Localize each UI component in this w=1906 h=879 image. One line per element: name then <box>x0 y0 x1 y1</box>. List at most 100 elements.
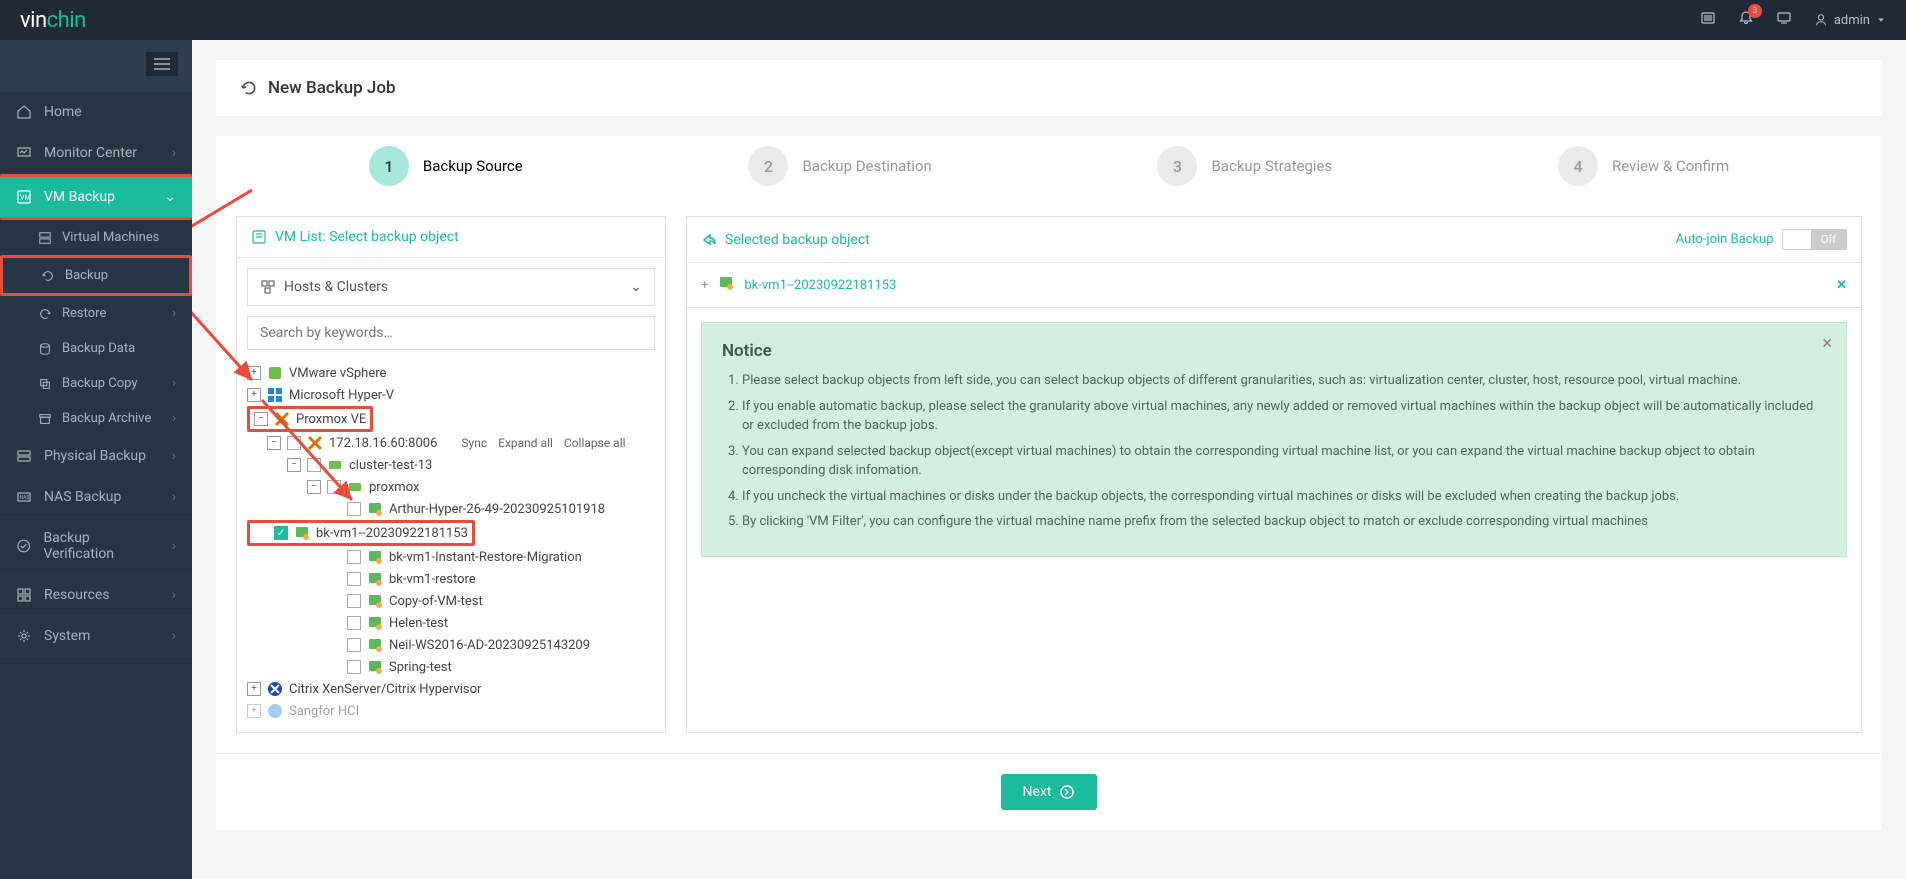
step-label: Review & Confirm <box>1612 157 1729 175</box>
sidebar-item-system[interactable]: System › <box>0 616 192 657</box>
tree-node-xen[interactable]: + Citrix XenServer/Citrix Hypervisor <box>247 678 655 700</box>
collapse-all-action[interactable]: Collapse all <box>564 436 626 450</box>
vm-icon <box>367 615 383 631</box>
chevron-right-icon: › <box>172 538 176 554</box>
close-icon[interactable]: × <box>1822 333 1832 354</box>
sidebar-sub-label: Backup Archive <box>62 411 151 426</box>
checkbox[interactable] <box>327 480 341 494</box>
collapse-icon[interactable]: − <box>287 458 301 472</box>
tree-node-vm[interactable]: bk-vm1-Instant-Restore-Migration <box>247 546 655 568</box>
tree-node-vmware[interactable]: + VMware vSphere <box>247 362 655 384</box>
sidebar-sub-backup-data[interactable]: Backup Data <box>0 331 192 366</box>
app-header: vinchin 3 admin <box>0 0 1906 40</box>
checkbox[interactable] <box>287 436 301 450</box>
step-review-confirm[interactable]: 4 Review & Confirm <box>1558 146 1729 186</box>
sidebar-item-nas-backup[interactable]: NAS NAS Backup › <box>0 477 192 518</box>
checkbox[interactable] <box>347 550 361 564</box>
user-menu[interactable]: admin <box>1814 13 1886 28</box>
database-icon <box>38 342 52 356</box>
tree-node-proxmox[interactable]: − Proxmox VE <box>247 406 373 432</box>
logo: vinchin <box>20 8 86 33</box>
checkbox[interactable] <box>347 502 361 516</box>
tree-node-vm[interactable]: bk-vm1-restore <box>247 568 655 590</box>
tree-label: Spring-test <box>389 660 452 675</box>
step-backup-destination[interactable]: 2 Backup Destination <box>748 146 931 186</box>
tree-node-vm[interactable]: Neil-WS2016-AD-20230925143209 <box>247 634 655 656</box>
checkbox[interactable] <box>347 594 361 608</box>
tree-node-vm-selected[interactable]: ✓bk-vm1--20230922181153 <box>247 520 475 546</box>
view-select-label: Hosts & Clusters <box>284 279 388 295</box>
copy-icon <box>38 377 52 391</box>
tree-node-hyperv[interactable]: + Microsoft Hyper-V <box>247 384 655 406</box>
checkbox[interactable] <box>347 638 361 652</box>
checkbox[interactable] <box>347 660 361 674</box>
bell-icon[interactable]: 3 <box>1738 10 1754 30</box>
next-button[interactable]: Next <box>1001 774 1098 810</box>
expand-icon[interactable]: + <box>247 388 261 402</box>
tree-label: Proxmox VE <box>296 412 366 427</box>
sidebar-toggle[interactable] <box>146 52 178 76</box>
sidebar-sub-backup[interactable]: Backup <box>0 255 192 296</box>
sidebar-sub-backup-archive[interactable]: Backup Archive › <box>0 401 192 436</box>
view-select[interactable]: Hosts & Clusters ⌄ <box>247 268 655 306</box>
search-input[interactable] <box>247 316 655 350</box>
server-icon <box>16 448 32 464</box>
tree-node-cluster[interactable]: − cluster-test-13 <box>247 454 655 476</box>
sync-action[interactable]: Sync <box>461 436 487 450</box>
remove-icon[interactable]: ✕ <box>1836 278 1847 293</box>
list-icon[interactable] <box>1700 10 1716 30</box>
tree-label: bk-vm1-Instant-Restore-Migration <box>389 550 582 565</box>
collapse-icon[interactable]: − <box>254 412 268 426</box>
archive-icon <box>38 412 52 426</box>
sidebar-sub-restore[interactable]: Restore › <box>0 296 192 331</box>
tree-actions: Sync Expand all Collapse all <box>453 436 625 450</box>
tree-node-vm[interactable]: Helen-test <box>247 612 655 634</box>
panel-title: Selected backup object <box>725 232 870 248</box>
tree-node-pve[interactable]: − proxmox <box>247 476 655 498</box>
notice-item: If you enable automatic backup, please s… <box>742 397 1826 436</box>
expand-all-action[interactable]: Expand all <box>498 436 553 450</box>
xen-icon <box>267 681 283 697</box>
logo-suffix: chin <box>47 8 86 33</box>
checkbox[interactable] <box>307 458 321 472</box>
sidebar-sub-backup-copy[interactable]: Backup Copy › <box>0 366 192 401</box>
sidebar-sub-label: Backup Copy <box>62 376 138 391</box>
step-backup-source[interactable]: 1 Backup Source <box>369 146 523 186</box>
sidebar-item-label: Monitor Center <box>44 145 137 161</box>
sidebar-item-monitor[interactable]: Monitor Center › <box>0 133 192 174</box>
tree-node-vm[interactable]: Copy-of-VM-test <box>247 590 655 612</box>
tree-node-vm[interactable]: Spring-test <box>247 656 655 678</box>
expand-icon[interactable]: + <box>247 704 261 718</box>
selected-vm-name: bk-vm1--20230922181153 <box>744 278 896 293</box>
checkbox[interactable] <box>347 616 361 630</box>
sidebar-item-home[interactable]: Home <box>0 92 192 133</box>
svg-text:NAS: NAS <box>20 495 30 501</box>
tree-node-vm[interactable]: Arthur-Hyper-26-49-20230925101918 <box>247 498 655 520</box>
collapse-icon[interactable]: − <box>307 480 321 494</box>
auto-join-toggle[interactable]: Off <box>1782 229 1847 250</box>
arrow-right-icon <box>1059 784 1075 800</box>
sidebar-sub-virtual-machines[interactable]: Virtual Machines <box>0 220 192 255</box>
proxmox-icon <box>307 435 323 451</box>
chevron-right-icon: › <box>172 376 176 391</box>
sidebar-item-vm-backup[interactable]: VM VM Backup ⌄ <box>0 174 192 220</box>
tree-node-host[interactable]: − 172.18.16.60:8006 Sync Expand all Coll… <box>247 432 655 454</box>
sidebar-item-physical-backup[interactable]: Physical Backup › <box>0 436 192 477</box>
notice-box: × Notice Please select backup objects fr… <box>701 322 1847 557</box>
sidebar-item-backup-verification[interactable]: Backup Verification › <box>0 518 192 575</box>
chevron-right-icon: › <box>172 489 176 505</box>
step-backup-strategies[interactable]: 3 Backup Strategies <box>1157 146 1332 186</box>
notice-item: Please select backup objects from left s… <box>742 371 1826 391</box>
checkbox[interactable]: ✓ <box>274 526 288 540</box>
checkbox[interactable] <box>347 572 361 586</box>
collapse-icon[interactable]: − <box>267 436 281 450</box>
tree-label: Helen-test <box>389 616 448 631</box>
tree-node-sangfor[interactable]: + Sangfor HCI <box>247 700 655 722</box>
sidebar-item-resources[interactable]: Resources › <box>0 575 192 616</box>
logo-prefix: vin <box>20 8 47 33</box>
expand-icon[interactable]: + <box>247 366 261 380</box>
selected-vm-row[interactable]: + bk-vm1--20230922181153 ✕ <box>687 263 1861 308</box>
plus-icon[interactable]: + <box>701 278 708 293</box>
expand-icon[interactable]: + <box>247 682 261 696</box>
monitor-icon[interactable] <box>1776 10 1792 30</box>
